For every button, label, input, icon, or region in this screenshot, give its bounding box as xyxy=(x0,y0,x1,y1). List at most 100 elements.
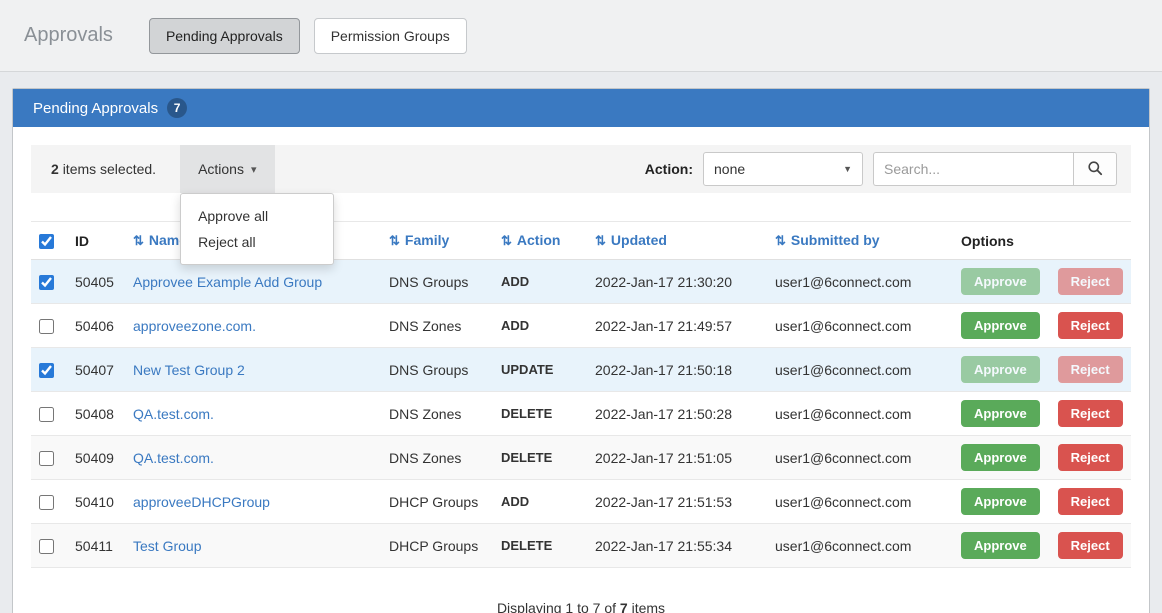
row-checkbox-cell xyxy=(31,304,67,348)
row-family: DNS Zones xyxy=(381,436,493,480)
row-name-link[interactable]: Approvee Example Add Group xyxy=(133,274,322,290)
approve-button[interactable]: Approve xyxy=(961,532,1040,559)
menu-item-approve-all[interactable]: Approve all xyxy=(181,203,333,229)
reject-button[interactable]: Reject xyxy=(1058,356,1123,383)
reject-button[interactable]: Reject xyxy=(1058,268,1123,295)
table-body: 50405 Approvee Example Add Group DNS Gro… xyxy=(31,260,1131,568)
row-checkbox-cell xyxy=(31,480,67,524)
sort-icon: ⇅ xyxy=(775,233,786,248)
sort-icon: ⇅ xyxy=(389,233,400,248)
header-updated[interactable]: ⇅Updated xyxy=(587,222,767,260)
header-id: ID xyxy=(67,222,125,260)
row-family: DNS Zones xyxy=(381,392,493,436)
select-all-checkbox[interactable] xyxy=(39,234,54,249)
row-id: 50405 xyxy=(67,260,125,304)
row-name-link[interactable]: approveezone.com. xyxy=(133,318,256,334)
header-action[interactable]: ⇅Action xyxy=(493,222,587,260)
approve-button[interactable]: Approve xyxy=(961,356,1040,383)
row-name-cell: Test Group xyxy=(125,524,381,568)
row-options-cell: Approve Reject xyxy=(953,392,1131,436)
row-checkbox[interactable] xyxy=(39,275,54,290)
toolbar-spacer xyxy=(275,145,645,193)
reject-button[interactable]: Reject xyxy=(1058,488,1123,515)
row-checkbox[interactable] xyxy=(39,495,54,510)
header-family[interactable]: ⇅Family xyxy=(381,222,493,260)
row-name-link[interactable]: QA.test.com. xyxy=(133,406,214,422)
table-row: 50408 QA.test.com. DNS Zones DELETE 2022… xyxy=(31,392,1131,436)
sort-icon: ⇅ xyxy=(595,233,606,248)
search-input[interactable] xyxy=(873,152,1073,186)
row-checkbox[interactable] xyxy=(39,451,54,466)
row-checkbox-cell xyxy=(31,524,67,568)
actions-button[interactable]: Actions ▾ xyxy=(180,145,274,193)
row-checkbox[interactable] xyxy=(39,319,54,334)
row-action: DELETE xyxy=(493,524,587,568)
row-updated: 2022-Jan-17 21:49:57 xyxy=(587,304,767,348)
tab-pending-approvals[interactable]: Pending Approvals xyxy=(149,18,300,54)
row-updated: 2022-Jan-17 21:55:34 xyxy=(587,524,767,568)
row-checkbox-cell xyxy=(31,392,67,436)
row-options-cell: Approve Reject xyxy=(953,480,1131,524)
row-checkbox[interactable] xyxy=(39,407,54,422)
table-row: 50405 Approvee Example Add Group DNS Gro… xyxy=(31,260,1131,304)
approve-button[interactable]: Approve xyxy=(961,268,1040,295)
reject-button[interactable]: Reject xyxy=(1058,444,1123,471)
chevron-down-icon: ▾ xyxy=(251,163,257,176)
count-badge: 7 xyxy=(167,98,187,118)
select-caret-icon: ▼ xyxy=(843,164,852,174)
row-id: 50411 xyxy=(67,524,125,568)
row-checkbox[interactable] xyxy=(39,539,54,554)
row-options-cell: Approve Reject xyxy=(953,524,1131,568)
row-name-link[interactable]: QA.test.com. xyxy=(133,450,214,466)
table-row: 50411 Test Group DHCP Groups DELETE 2022… xyxy=(31,524,1131,568)
row-family: DHCP Groups xyxy=(381,480,493,524)
actions-dropdown-wrap: Actions ▾ Approve all Reject all xyxy=(180,145,274,193)
row-submitted-by: user1@6connect.com xyxy=(767,260,953,304)
actions-button-label: Actions xyxy=(198,161,244,177)
search-group xyxy=(873,152,1117,186)
panel-header: Pending Approvals 7 xyxy=(13,89,1149,127)
row-checkbox-cell xyxy=(31,436,67,480)
row-name-link[interactable]: Test Group xyxy=(133,538,201,554)
pagination-status: Displaying 1 to 7 of 7 items xyxy=(31,600,1131,613)
table-row: 50410 approveeDHCPGroup DHCP Groups ADD … xyxy=(31,480,1131,524)
row-name-cell: QA.test.com. xyxy=(125,436,381,480)
action-select[interactable]: none ▼ xyxy=(703,152,863,186)
toolbar-right: Action: none ▼ xyxy=(645,145,1131,193)
actions-dropdown-menu: Approve all Reject all xyxy=(180,193,334,265)
tab-permission-groups[interactable]: Permission Groups xyxy=(314,18,467,54)
row-options-cell: Approve Reject xyxy=(953,304,1131,348)
search-button[interactable] xyxy=(1073,152,1117,186)
header-submitted-by[interactable]: ⇅Submitted by xyxy=(767,222,953,260)
header-checkbox-cell xyxy=(31,222,67,260)
row-id: 50409 xyxy=(67,436,125,480)
approve-button[interactable]: Approve xyxy=(961,444,1040,471)
row-checkbox-cell xyxy=(31,260,67,304)
row-updated: 2022-Jan-17 21:50:18 xyxy=(587,348,767,392)
reject-button[interactable]: Reject xyxy=(1058,532,1123,559)
sort-icon: ⇅ xyxy=(501,233,512,248)
page-title: Approvals xyxy=(24,24,113,47)
row-submitted-by: user1@6connect.com xyxy=(767,348,953,392)
row-name-link[interactable]: approveeDHCPGroup xyxy=(133,494,270,510)
row-name-cell: New Test Group 2 xyxy=(125,348,381,392)
toolbar: 2 items selected. Actions ▾ Approve all … xyxy=(31,145,1131,193)
approve-button[interactable]: Approve xyxy=(961,488,1040,515)
row-options-cell: Approve Reject xyxy=(953,348,1131,392)
approvals-table: ID ⇅Name ⇅Family ⇅Action ⇅Updated ⇅Submi… xyxy=(31,221,1131,568)
approve-button[interactable]: Approve xyxy=(961,312,1040,339)
row-name-link[interactable]: New Test Group 2 xyxy=(133,362,245,378)
reject-button[interactable]: Reject xyxy=(1058,312,1123,339)
row-updated: 2022-Jan-17 21:51:53 xyxy=(587,480,767,524)
row-action: ADD xyxy=(493,304,587,348)
panel-title: Pending Approvals xyxy=(33,100,158,117)
row-updated: 2022-Jan-17 21:51:05 xyxy=(587,436,767,480)
row-action: UPDATE xyxy=(493,348,587,392)
row-name-cell: Approvee Example Add Group xyxy=(125,260,381,304)
row-options-cell: Approve Reject xyxy=(953,260,1131,304)
sort-icon: ⇅ xyxy=(133,233,144,248)
approve-button[interactable]: Approve xyxy=(961,400,1040,427)
row-checkbox[interactable] xyxy=(39,363,54,378)
reject-button[interactable]: Reject xyxy=(1058,400,1123,427)
menu-item-reject-all[interactable]: Reject all xyxy=(181,229,333,255)
